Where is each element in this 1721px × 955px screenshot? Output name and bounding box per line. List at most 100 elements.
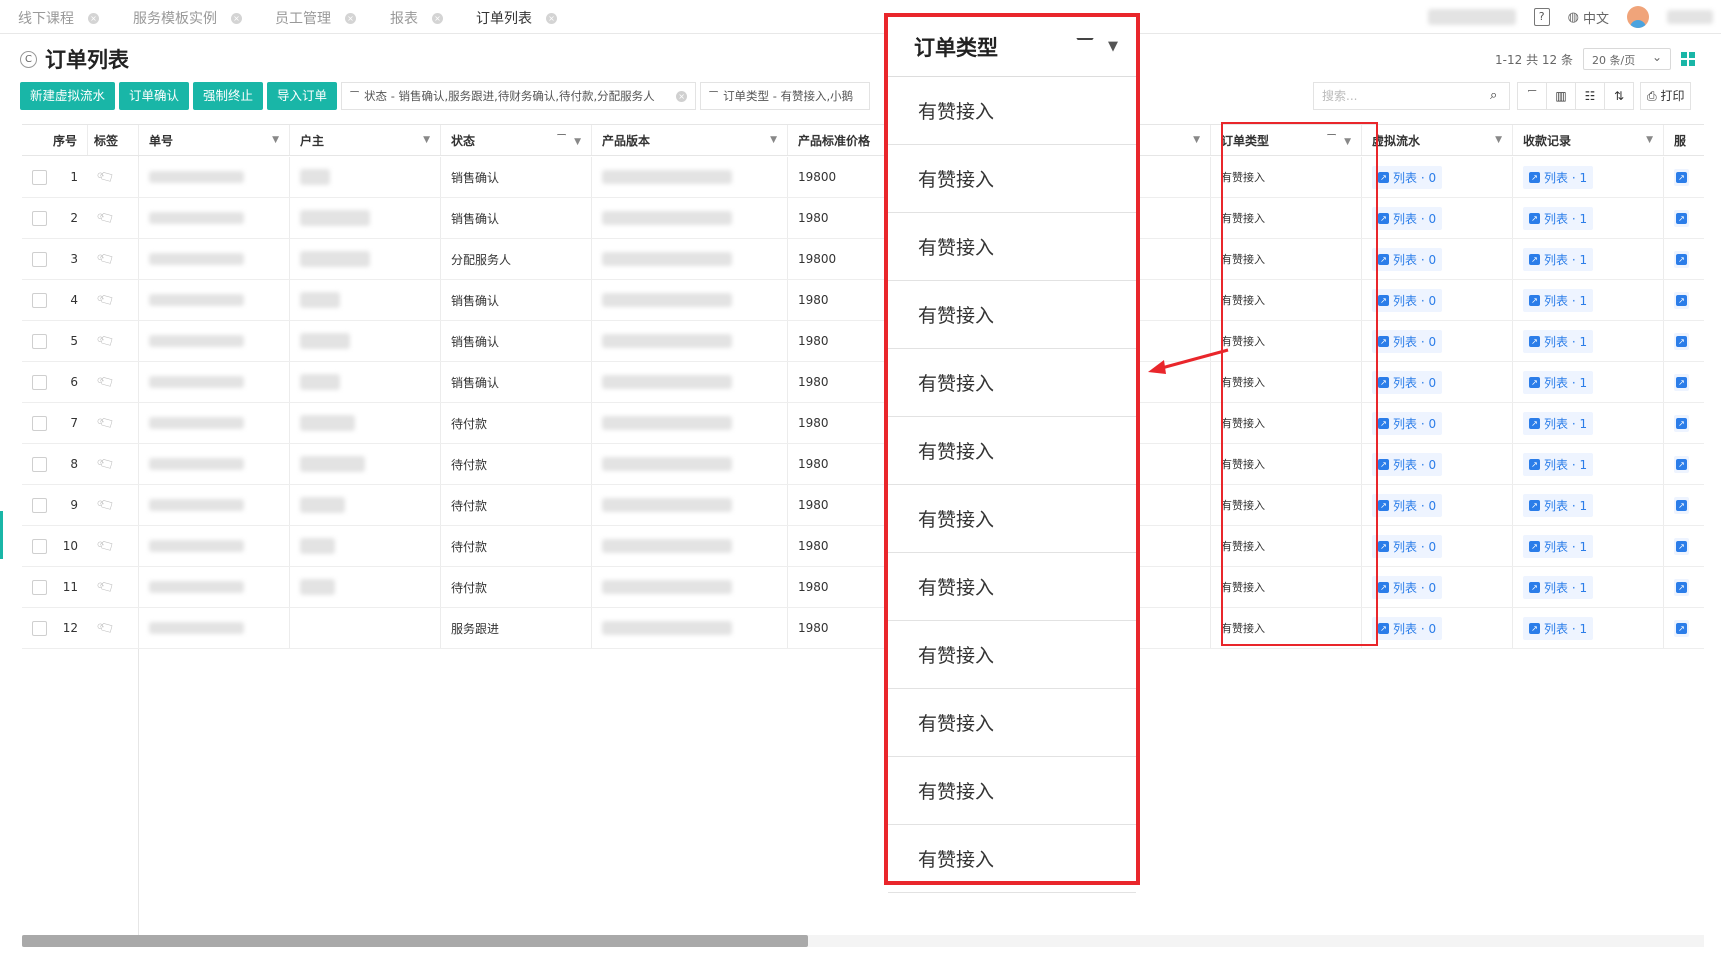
- tab-report[interactable]: 报表 ×: [390, 8, 443, 28]
- status-filter-chip[interactable]: 状态 - 销售确认,服务跟进,待财务确认,待付款,分配服务人 ×: [341, 82, 697, 110]
- table-row[interactable]: 12 🏷︎ 服务跟进 1980 有赞接入 ↗ 列表 · 0 ↗ 列表 · 1 ↗: [22, 608, 1704, 649]
- col-virtual-flow[interactable]: 虚拟流水 ▼: [1362, 125, 1513, 155]
- chevron-down-icon[interactable]: ▼: [423, 135, 430, 145]
- tag-icon[interactable]: 🏷︎: [95, 289, 117, 310]
- chevron-down-icon[interactable]: ▼: [1495, 135, 1502, 145]
- virtual-flow-link[interactable]: ↗ 列表 · 0: [1372, 165, 1443, 189]
- col-status[interactable]: 状态 ▼: [441, 125, 592, 155]
- col-service[interactable]: 服: [1664, 125, 1704, 155]
- page-size-select[interactable]: 20 条/页: [1583, 48, 1671, 70]
- tag-icon[interactable]: 🏷︎: [95, 535, 117, 556]
- col-order-no[interactable]: 单号 ▼: [139, 125, 290, 155]
- payment-link[interactable]: ↗ 列表 · 1: [1523, 616, 1594, 640]
- payment-link[interactable]: ↗ 列表 · 1: [1523, 165, 1594, 189]
- virtual-flow-link[interactable]: ↗ 列表 · 0: [1372, 575, 1443, 599]
- service-link[interactable]: ↗: [1674, 578, 1689, 596]
- tag-icon[interactable]: 🏷︎: [95, 330, 117, 351]
- col-payment[interactable]: 收款记录 ▼: [1513, 125, 1664, 155]
- service-link[interactable]: ↗: [1674, 414, 1689, 432]
- table-row[interactable]: 5 🏷︎ 销售确认 1980 有赞接入 ↗ 列表 · 0 ↗ 列表 · 1 ↗: [22, 321, 1704, 362]
- help-icon[interactable]: ?: [1533, 8, 1550, 26]
- payment-link[interactable]: ↗ 列表 · 1: [1523, 411, 1594, 435]
- payment-link[interactable]: ↗ 列表 · 1: [1523, 493, 1594, 517]
- table-row[interactable]: 3 🏷︎ 分配服务人 19800 有赞接入 ↗ 列表 · 0 ↗ 列表 · 1 ↗: [22, 239, 1704, 280]
- tag-icon[interactable]: 🏷︎: [95, 576, 117, 597]
- chart-tool-button[interactable]: ▥: [1546, 82, 1576, 110]
- close-icon[interactable]: ×: [231, 12, 242, 24]
- virtual-flow-link[interactable]: ↗ 列表 · 0: [1372, 616, 1443, 640]
- language-switch[interactable]: ◍ 中文: [1568, 8, 1609, 27]
- print-button[interactable]: ⎙ 打印: [1640, 82, 1692, 110]
- tab-staff[interactable]: 员工管理 ×: [275, 8, 356, 28]
- virtual-flow-link[interactable]: ↗ 列表 · 0: [1372, 452, 1443, 476]
- avatar[interactable]: [1627, 6, 1649, 28]
- virtual-flow-link[interactable]: ↗ 列表 · 0: [1372, 370, 1443, 394]
- virtual-flow-link[interactable]: ↗ 列表 · 0: [1372, 329, 1443, 353]
- chevron-down-icon[interactable]: ▼: [272, 135, 279, 145]
- chevron-down-icon[interactable]: ▼: [1193, 135, 1200, 145]
- new-virtual-flow-button[interactable]: 新建虚拟流水: [20, 82, 116, 110]
- virtual-flow-link[interactable]: ↗ 列表 · 0: [1372, 247, 1443, 271]
- tag-icon[interactable]: 🏷︎: [95, 371, 117, 392]
- virtual-flow-link[interactable]: ↗ 列表 · 0: [1372, 288, 1443, 312]
- tab-offline-course[interactable]: 线下课程 ×: [18, 8, 99, 28]
- table-row[interactable]: 6 🏷︎ 销售确认 1980 有赞接入 ↗ 列表 · 0 ↗ 列表 · 1 ↗: [22, 362, 1704, 403]
- filter-tool-button[interactable]: [1517, 82, 1547, 110]
- service-link[interactable]: ↗: [1674, 373, 1689, 391]
- search-input[interactable]: 搜索...: [1313, 82, 1510, 110]
- layout-grid-icon[interactable]: [1681, 52, 1695, 66]
- tag-icon[interactable]: 🏷︎: [95, 494, 117, 515]
- virtual-flow-link[interactable]: ↗ 列表 · 0: [1372, 411, 1443, 435]
- tag-icon[interactable]: 🏷︎: [95, 248, 117, 269]
- row-checkbox[interactable]: [32, 497, 47, 513]
- payment-link[interactable]: ↗ 列表 · 1: [1523, 370, 1594, 394]
- service-link[interactable]: ↗: [1674, 291, 1689, 309]
- tag-icon[interactable]: 🏷︎: [95, 166, 117, 187]
- close-icon[interactable]: ×: [345, 12, 356, 24]
- service-link[interactable]: ↗: [1674, 332, 1689, 350]
- refresh-icon[interactable]: C: [20, 50, 37, 68]
- payment-link[interactable]: ↗ 列表 · 1: [1523, 247, 1594, 271]
- table-row[interactable]: 11 🏷︎ 待付款 1980 有赞接入 ↗ 列表 · 0 ↗ 列表 · 1 ↗: [22, 567, 1704, 608]
- filter-icon[interactable]: [1076, 37, 1094, 56]
- service-link[interactable]: ↗: [1674, 619, 1689, 637]
- close-icon[interactable]: ×: [432, 12, 443, 24]
- table-row[interactable]: 10 🏷︎ 待付款 1980 有赞接入 ↗ 列表 · 0 ↗ 列表 · 1 ↗: [22, 526, 1704, 567]
- service-link[interactable]: ↗: [1674, 455, 1689, 473]
- force-terminate-button[interactable]: 强制终止: [193, 82, 264, 110]
- tag-icon[interactable]: 🏷︎: [95, 412, 117, 433]
- tab-order-list[interactable]: 订单列表 ×: [476, 8, 557, 28]
- payment-link[interactable]: ↗ 列表 · 1: [1523, 288, 1594, 312]
- row-checkbox[interactable]: [32, 292, 47, 308]
- table-row[interactable]: 1 🏷︎ 销售确认 19800 有赞接入 ↗ 列表 · 0 ↗ 列表 · 1 ↗: [22, 157, 1704, 198]
- tag-icon[interactable]: 🏷︎: [95, 617, 117, 638]
- payment-link[interactable]: ↗ 列表 · 1: [1523, 206, 1594, 230]
- row-checkbox[interactable]: [32, 538, 47, 554]
- horizontal-scrollbar[interactable]: [22, 935, 1704, 947]
- payment-link[interactable]: ↗ 列表 · 1: [1523, 575, 1594, 599]
- col-product[interactable]: 产品版本 ▼: [592, 125, 788, 155]
- row-checkbox[interactable]: [32, 415, 47, 431]
- chevron-down-icon[interactable]: ▼: [1108, 39, 1118, 54]
- order-confirm-button[interactable]: 订单确认: [119, 82, 190, 110]
- close-icon[interactable]: ×: [88, 12, 99, 24]
- row-checkbox[interactable]: [32, 251, 47, 267]
- virtual-flow-link[interactable]: ↗ 列表 · 0: [1372, 206, 1443, 230]
- columns-tool-button[interactable]: ☷: [1575, 82, 1605, 110]
- table-row[interactable]: 7 🏷︎ 待付款 1980 有赞接入 ↗ 列表 · 0 ↗ 列表 · 1 ↗: [22, 403, 1704, 444]
- row-checkbox[interactable]: [32, 374, 47, 390]
- row-checkbox[interactable]: [32, 579, 47, 595]
- table-row[interactable]: 2 🏷︎ 销售确认 1980 有赞接入 ↗ 列表 · 0 ↗ 列表 · 1 ↗: [22, 198, 1704, 239]
- service-link[interactable]: ↗: [1674, 209, 1689, 227]
- table-row[interactable]: 8 🏷︎ 待付款 1980 有赞接入 ↗ 列表 · 0 ↗ 列表 · 1 ↗: [22, 444, 1704, 485]
- search-icon[interactable]: ⌕: [1490, 88, 1497, 103]
- chevron-down-icon[interactable]: ▼: [574, 137, 581, 147]
- sort-tool-button[interactable]: ⇅: [1604, 82, 1634, 110]
- payment-link[interactable]: ↗ 列表 · 1: [1523, 452, 1594, 476]
- virtual-flow-link[interactable]: ↗ 列表 · 0: [1372, 493, 1443, 517]
- close-icon[interactable]: ×: [546, 12, 557, 24]
- service-link[interactable]: ↗: [1674, 250, 1689, 268]
- scrollbar-thumb[interactable]: [22, 935, 808, 947]
- import-order-button[interactable]: 导入订单: [267, 82, 338, 110]
- type-filter-chip[interactable]: 订单类型 - 有赞接入,小鹅: [700, 82, 871, 110]
